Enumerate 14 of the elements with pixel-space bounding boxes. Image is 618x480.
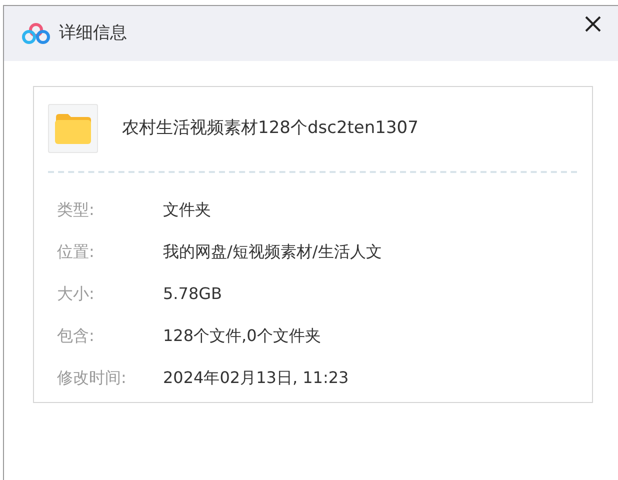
detail-label: 类型:: [56, 199, 96, 221]
folder-name: 农村生活视频素材128个dsc2ten1307: [122, 116, 418, 140]
folder-icon: [48, 104, 98, 153]
detail-value: 我的网盘/短视频素材/生活人文: [163, 241, 382, 263]
detail-label: 位置:: [56, 241, 96, 263]
detail-value: 文件夹: [163, 199, 211, 221]
detail-value: 2024年02月13日, 11:23: [163, 367, 349, 389]
app-logo-icon: [21, 22, 51, 46]
detail-label: 修改时间:: [56, 367, 128, 389]
detail-label: 大小:: [56, 283, 96, 305]
detail-label: 包含:: [56, 325, 96, 347]
detail-value: 5.78GB: [163, 283, 222, 305]
detail-value: 128个文件,0个文件夹: [163, 325, 321, 347]
window-title: 详细信息: [59, 22, 127, 45]
